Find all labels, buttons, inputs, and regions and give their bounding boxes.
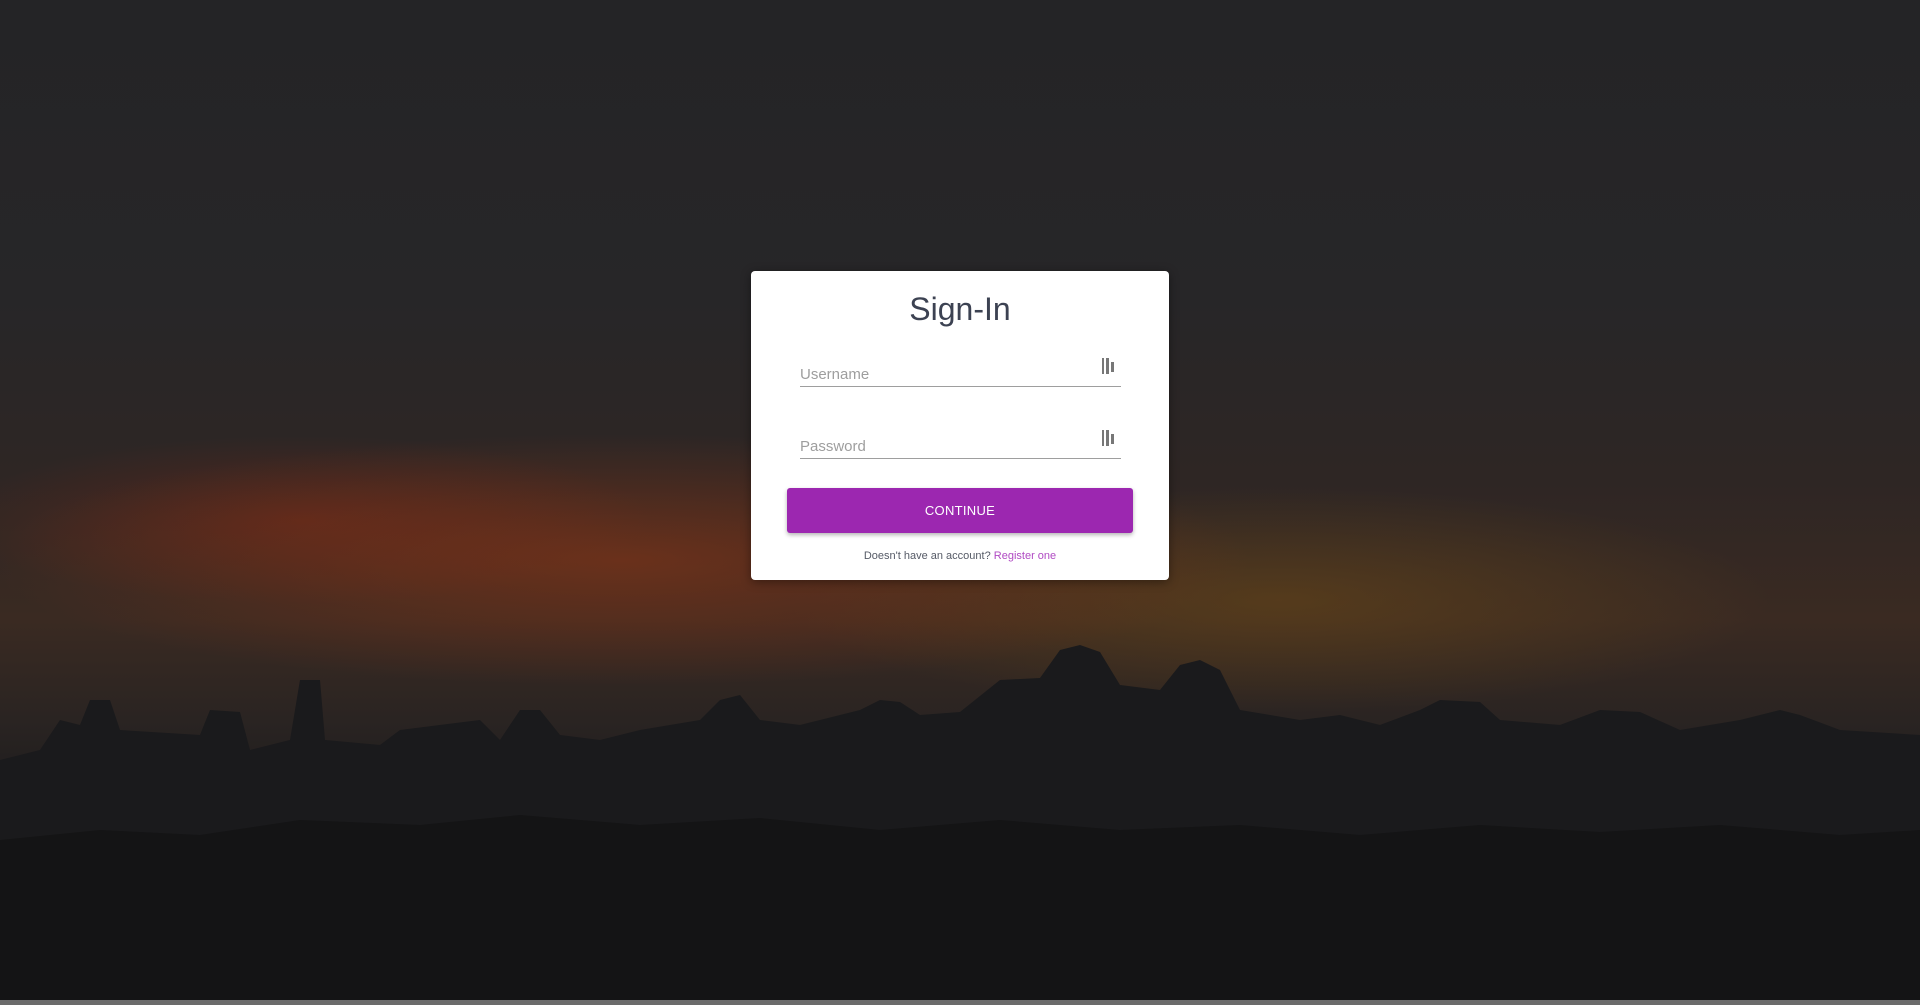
username-input[interactable] (800, 352, 1090, 390)
password-manager-key-icon[interactable] (1102, 358, 1116, 374)
page-title: Sign-In (909, 291, 1011, 327)
register-prompt: Doesn't have an account? Register one (751, 550, 1169, 562)
password-field[interactable] (800, 424, 1121, 462)
city-skyline-image (0, 645, 1920, 1000)
register-link[interactable]: Register one (994, 550, 1056, 562)
username-field[interactable] (800, 352, 1121, 390)
window-bottom-edge (0, 1000, 1920, 1005)
register-prompt-text: Doesn't have an account? (863, 550, 991, 562)
password-input[interactable] (800, 424, 1090, 462)
password-manager-key-icon[interactable] (1102, 430, 1116, 446)
continue-button[interactable]: CONTINUE (787, 488, 1133, 533)
